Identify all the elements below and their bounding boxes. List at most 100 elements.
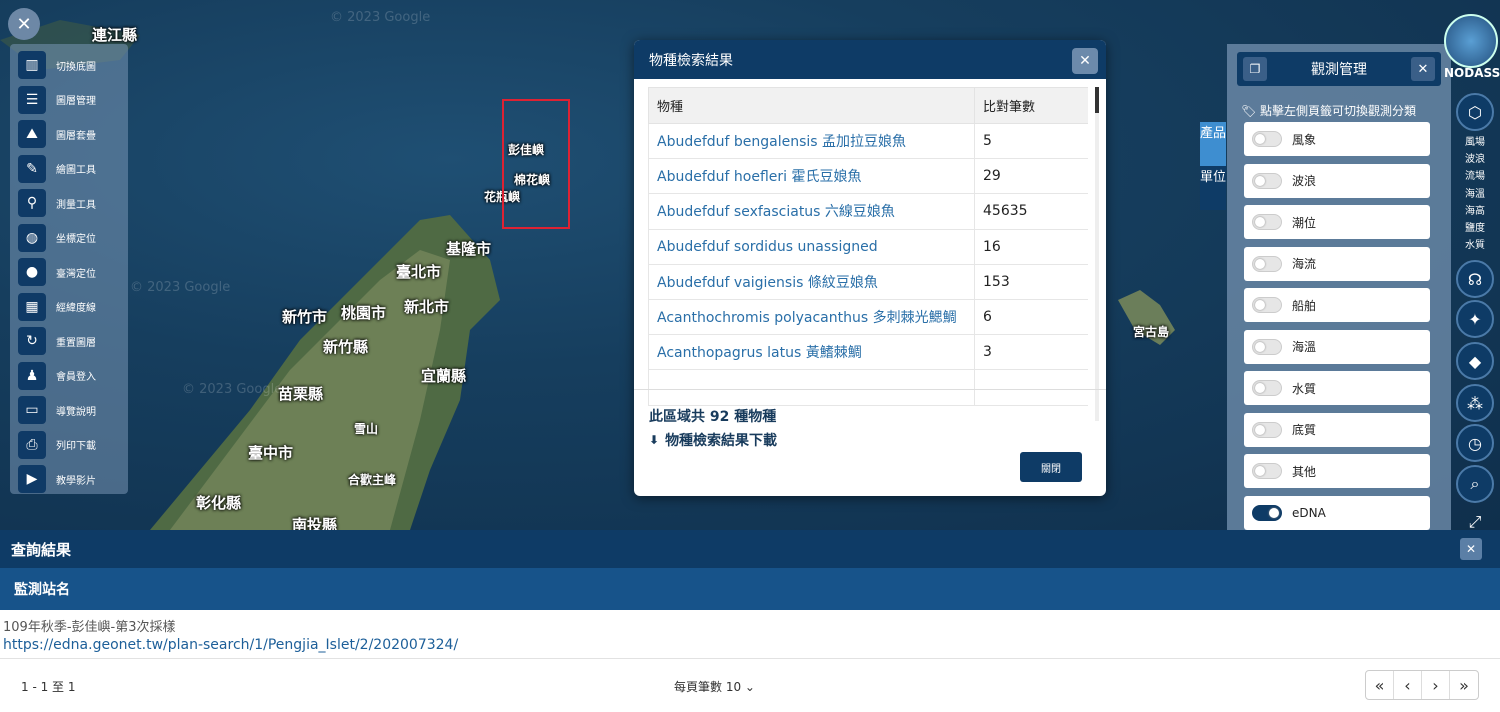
- toolbar-item[interactable]: ⚲ 測量工具: [10, 186, 128, 221]
- toolbar-item[interactable]: ✎ 繪圖工具: [10, 152, 128, 187]
- observation-toggle[interactable]: 其他: [1244, 454, 1430, 488]
- share-button[interactable]: ⁂: [1456, 384, 1494, 422]
- next-page-button[interactable]: ›: [1422, 671, 1450, 699]
- dialog-close-button[interactable]: ✕: [1072, 48, 1098, 74]
- signal-button[interactable]: ☊: [1456, 260, 1494, 298]
- last-page-button[interactable]: »: [1450, 671, 1478, 699]
- map-watermark: © 2023 Google: [182, 382, 283, 397]
- toolbar-item[interactable]: ▶ 教學影片: [10, 462, 128, 497]
- toggle-switch[interactable]: [1252, 297, 1282, 313]
- toolbar-item[interactable]: ↻ 重置圖層: [10, 324, 128, 359]
- station-row-link[interactable]: https://edna.geonet.tw/plan-search/1/Pen…: [3, 637, 458, 653]
- col-count-header: 比對筆數: [974, 87, 1088, 124]
- cube-button[interactable]: ⬡: [1456, 93, 1494, 131]
- close-icon: ✕: [16, 13, 32, 35]
- species-name[interactable]: Abudefduf bengalensis 孟加拉豆娘魚: [648, 122, 975, 160]
- first-page-button[interactable]: «: [1366, 671, 1394, 699]
- tab-product[interactable]: 產品: [1200, 122, 1226, 166]
- toggle-switch[interactable]: [1252, 214, 1282, 230]
- rail-category-item[interactable]: 流場: [1462, 168, 1488, 185]
- toolbar-item[interactable]: ▦ 經緯度線: [10, 290, 128, 325]
- layers-button[interactable]: ◆: [1456, 342, 1494, 380]
- panel-popout-button[interactable]: ❐: [1243, 57, 1267, 81]
- observation-close-button[interactable]: ✕: [1411, 57, 1435, 81]
- species-name[interactable]: Abudefduf vaigiensis 條紋豆娘魚: [648, 263, 975, 300]
- toolbar-item[interactable]: ♟ 會員登入: [10, 359, 128, 394]
- search-button[interactable]: ⌕: [1456, 465, 1494, 503]
- expand-button[interactable]: ⤢: [1456, 512, 1494, 530]
- scrollbar-thumb[interactable]: [1095, 87, 1099, 113]
- toggle-switch[interactable]: [1252, 338, 1282, 355]
- species-name[interactable]: Acanthopagrus latus 黃鰭棘鯛: [648, 334, 975, 371]
- toolbar-item[interactable]: ▭ 導覽說明: [10, 393, 128, 428]
- query-results-close-button[interactable]: ✕: [1460, 538, 1482, 560]
- species-name[interactable]: Abudefduf sexfasciatus 六線豆娘魚: [648, 193, 975, 230]
- species-row[interactable]: Abudefduf sexfasciatus 六線豆娘魚 45635: [648, 193, 1088, 230]
- toolbar-item-label: 臺灣定位: [56, 268, 96, 280]
- observation-toggle[interactable]: 底質: [1244, 412, 1430, 447]
- toolbar-item-label: 導覽說明: [56, 406, 96, 418]
- table-scrollbar[interactable]: [1095, 87, 1099, 421]
- tab-unit[interactable]: 單位: [1200, 166, 1226, 210]
- toolbar-item-label: 圖層管理: [56, 96, 96, 108]
- toolbar-item[interactable]: ▥ 切換底圖: [10, 48, 128, 83]
- toggle-switch[interactable]: [1252, 504, 1282, 521]
- rail-category-item[interactable]: 海高: [1462, 203, 1488, 220]
- observation-toggle[interactable]: 海溫: [1244, 329, 1430, 364]
- species-row[interactable]: Acanthopagrus latus 黃鰭棘鯛 3: [648, 334, 1088, 371]
- observation-toggle[interactable]: eDNA: [1244, 495, 1430, 530]
- toolbar-item[interactable]: ⎙ 列印下載: [10, 428, 128, 463]
- prev-page-button[interactable]: ‹: [1394, 671, 1422, 699]
- toggle-label: 水質: [1292, 381, 1317, 396]
- per-page-select[interactable]: 每頁筆數 10 ⌄: [674, 678, 755, 695]
- toolbar-item-label: 列印下載: [56, 441, 96, 453]
- download-link[interactable]: ⬇ 物種檢索結果下載: [649, 430, 777, 450]
- list-icon: ☰: [18, 85, 46, 114]
- species-row[interactable]: Abudefduf vaigiensis 條紋豆娘魚 153: [648, 263, 1088, 300]
- toggle-label: 船舶: [1292, 298, 1317, 313]
- dialog-close-footer-button[interactable]: 關閉: [1020, 452, 1082, 482]
- species-name[interactable]: Abudefduf sordidus unassigned: [648, 228, 975, 265]
- rail-category-item[interactable]: 水質: [1462, 237, 1488, 254]
- query-results-title: 查詢結果: [11, 540, 72, 559]
- toggle-switch[interactable]: [1252, 463, 1282, 479]
- toolbar-item[interactable]: ⛰ 圖層套疊: [10, 117, 128, 152]
- observation-toggle[interactable]: 水質: [1244, 371, 1430, 405]
- download-label: 物種檢索結果下載: [665, 433, 778, 449]
- observation-toggle[interactable]: 海流: [1244, 246, 1430, 281]
- toggle-switch[interactable]: [1252, 131, 1282, 147]
- species-count: 153: [974, 263, 1088, 300]
- species-row[interactable]: Acanthochromis polyacanthus 多刺棘光鰓鯛 6: [648, 298, 1088, 336]
- species-row[interactable]: Abudefduf hoefleri 霍氏豆娘魚 29: [648, 158, 1088, 195]
- rail-category-item[interactable]: 風場: [1462, 134, 1488, 151]
- satellite-button[interactable]: ✦: [1456, 300, 1494, 338]
- pagination: « ‹ › »: [1365, 670, 1479, 700]
- toolbar-item[interactable]: ◍ 坐標定位: [10, 221, 128, 256]
- toggle-label: 波浪: [1292, 174, 1317, 188]
- toggle-switch[interactable]: [1252, 172, 1282, 189]
- observation-toggle[interactable]: 潮位: [1244, 205, 1430, 239]
- species-name[interactable]: [648, 369, 975, 406]
- map-watermark: © 2023 Google: [130, 280, 231, 295]
- species-row[interactable]: Abudefduf sordidus unassigned 16: [648, 228, 1088, 265]
- clock-button[interactable]: ◷: [1456, 424, 1494, 462]
- species-name[interactable]: Acanthochromis polyacanthus 多刺棘光鰓鯛: [648, 298, 975, 336]
- download-icon: ⬇: [649, 433, 660, 447]
- toolbar-item-label: 測量工具: [56, 199, 96, 211]
- species-table-scroll[interactable]: 物種 比對筆數 Abudefduf bengalensis 孟加拉豆娘魚 5 Abu…: [648, 87, 1088, 421]
- toggle-switch[interactable]: [1252, 421, 1282, 438]
- species-name[interactable]: Abudefduf hoefleri 霍氏豆娘魚: [648, 158, 975, 195]
- toolbar-item[interactable]: ☰ 圖層管理: [10, 83, 128, 118]
- toolbar-item[interactable]: ● 臺灣定位: [10, 255, 128, 290]
- toggle-switch[interactable]: [1252, 380, 1282, 396]
- observation-toggle[interactable]: 波浪: [1244, 163, 1430, 198]
- observation-toggle[interactable]: 風象: [1244, 122, 1430, 156]
- rail-category-item[interactable]: 海溫: [1462, 186, 1488, 203]
- species-row[interactable]: [648, 369, 1088, 406]
- rail-category-item[interactable]: 鹽度: [1462, 220, 1488, 237]
- toggle-switch[interactable]: [1252, 255, 1282, 272]
- toolbar-close-button[interactable]: ✕: [8, 8, 40, 40]
- species-row[interactable]: Abudefduf bengalensis 孟加拉豆娘魚 5: [648, 122, 1088, 160]
- rail-category-item[interactable]: 波浪: [1462, 151, 1488, 168]
- observation-toggle[interactable]: 船舶: [1244, 288, 1430, 322]
